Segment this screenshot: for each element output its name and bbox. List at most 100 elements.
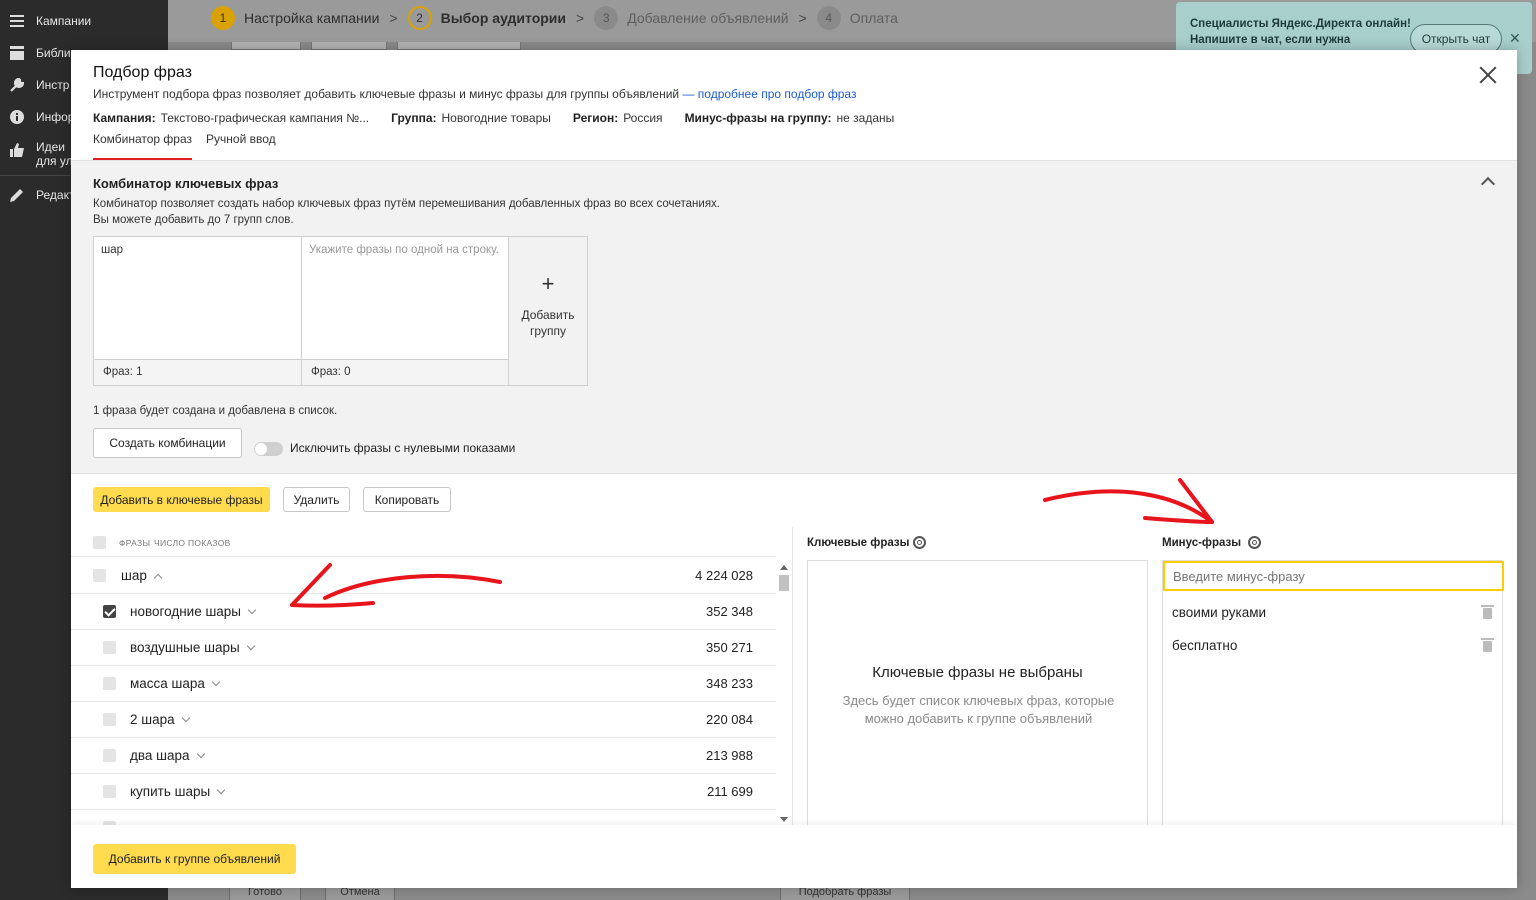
- row-checkbox[interactable]: [93, 569, 106, 582]
- word-group-1[interactable]: шар Фраз: 1: [93, 236, 302, 386]
- step-audience[interactable]: 2 Выбор аудитории: [407, 6, 567, 30]
- done-button: Готово: [229, 886, 301, 900]
- sidebar-item-label: Кампании: [36, 14, 92, 28]
- step-label: Выбор аудитории: [440, 10, 567, 26]
- step-payment[interactable]: 4 Оплата: [816, 6, 898, 30]
- wizard-steps: 1 Настройка кампании > 2 Выбор аудитории…: [211, 6, 906, 30]
- chevron-down-icon[interactable]: [196, 749, 205, 759]
- copy-button[interactable]: Копировать: [363, 487, 451, 512]
- close-icon[interactable]: [1479, 66, 1497, 84]
- table-row[interactable]: купить шары 211 699: [71, 774, 776, 810]
- step-number: 3: [594, 6, 619, 30]
- campaign-meta: Кампания: Текстово-графическая кампания №…: [93, 111, 916, 125]
- table-row[interactable]: 2 шара 220 084: [71, 702, 776, 738]
- tab-manual-input[interactable]: Ручной ввод: [206, 132, 276, 160]
- add-to-ad-group-button[interactable]: Добавить к группе объявлений: [93, 844, 296, 874]
- chevron-down-icon[interactable]: [246, 641, 255, 651]
- table-row[interactable]: воздушные шары 350 271: [71, 630, 776, 666]
- row-checkbox[interactable]: [103, 713, 116, 726]
- scroll-down-icon[interactable]: [780, 817, 788, 822]
- pick-phrases-button: Подобрать фразы: [780, 886, 910, 900]
- row-checkbox[interactable]: [103, 641, 116, 654]
- chevron-right-icon: >: [798, 10, 807, 26]
- combinator-description: Комбинатор позволяет создать набор ключе…: [93, 198, 720, 226]
- sidebar-item-label: Библи: [36, 46, 71, 60]
- shows-count: 4 224 028: [695, 568, 753, 583]
- menu-icon: [9, 13, 25, 29]
- sidebar-item-label: Идеи для ул: [36, 140, 73, 168]
- table-header: ФРАЗЫ ЧИСЛО ПОКАЗОВ: [71, 527, 776, 557]
- table-row[interactable]: два шара 213 988: [71, 738, 776, 774]
- delete-button[interactable]: Удалить: [283, 487, 350, 512]
- create-combinations-button[interactable]: Создать комбинации: [93, 428, 242, 458]
- wrench-icon: [9, 77, 25, 93]
- divider: [792, 527, 793, 825]
- shows-count: 211 699: [706, 784, 753, 799]
- column-phrases: ФРАЗЫ: [119, 538, 151, 548]
- meta-region: Регион: Россия: [572, 111, 663, 125]
- sidebar-item-label: Инстр: [36, 78, 70, 92]
- row-checkbox[interactable]: [103, 749, 116, 762]
- table-row[interactable]: масса шара 348 233: [71, 666, 776, 702]
- scroll-up-icon[interactable]: [780, 565, 788, 570]
- step-label: Добавление объявлений: [627, 10, 789, 26]
- pencil-icon: [9, 187, 25, 203]
- word-group-placeholder[interactable]: Укажите фразы по одной на строку.: [309, 244, 499, 256]
- chevron-right-icon: >: [576, 10, 585, 26]
- phrase-text: купить шары: [130, 784, 226, 799]
- phrase-text: два шара: [130, 748, 205, 763]
- chevron-down-icon[interactable]: [247, 605, 257, 615]
- chevron-down-icon[interactable]: [216, 785, 226, 795]
- add-to-keywords-button[interactable]: Добавить в ключевые фразы: [93, 487, 270, 512]
- chat-message: Специалисты Яндекс.Директа онлайн! Напиш…: [1190, 18, 1411, 46]
- trash-icon[interactable]: [1481, 605, 1494, 619]
- close-icon[interactable]: ✕: [1509, 30, 1521, 47]
- modal-title: Подбор фраз: [93, 64, 192, 81]
- shows-count: 352 348: [706, 604, 753, 619]
- step-ads[interactable]: 3 Добавление объявлений: [594, 6, 789, 30]
- chevron-down-icon[interactable]: [211, 677, 221, 687]
- background-button: [397, 42, 521, 50]
- minus-phrase-item: своими руками: [1172, 605, 1267, 620]
- phrase-text: новогодние шары: [130, 604, 257, 619]
- step-number: 2: [407, 6, 432, 30]
- minus-panel-title: Минус-фразы: [1162, 537, 1242, 549]
- modal-tabs: Комбинатор фраз Ручной ввод: [93, 132, 290, 160]
- scrollbar-thumb[interactable]: [779, 575, 789, 591]
- column-shows: ЧИСЛО ПОКАЗОВ: [154, 538, 231, 548]
- row-checkbox[interactable]: [103, 785, 116, 798]
- table-row[interactable]: шар 4 224 028: [71, 558, 776, 594]
- step-campaign-setup[interactable]: 1 Настройка кампании: [211, 6, 379, 30]
- phrases-table: ФРАЗЫ ЧИСЛО ПОКАЗОВ шар 4 224 028 нового…: [71, 527, 792, 834]
- trash-icon[interactable]: [1481, 638, 1494, 652]
- learn-more-link[interactable]: — подробнее про подбор фраз: [682, 87, 856, 101]
- word-group-text[interactable]: шар: [101, 244, 123, 256]
- word-group-2[interactable]: Укажите фразы по одной на строку. Фраз: …: [301, 236, 510, 386]
- minus-phrase-input[interactable]: [1163, 561, 1504, 591]
- cancel-button: Отмена: [325, 886, 395, 900]
- tab-combinator[interactable]: Комбинатор фраз: [93, 132, 193, 160]
- minus-phrases-panel: своими руками бесплатно: [1162, 560, 1504, 830]
- gear-icon[interactable]: [1248, 536, 1261, 549]
- sidebar-item-campaigns[interactable]: Кампании: [0, 7, 168, 35]
- gear-icon[interactable]: [913, 536, 926, 549]
- step-number: 4: [816, 6, 841, 30]
- exclude-zero-toggle[interactable]: [254, 442, 283, 456]
- select-all-checkbox[interactable]: [93, 536, 106, 549]
- step-number: 1: [211, 6, 235, 30]
- minus-phrase-item: бесплатно: [1172, 638, 1238, 653]
- scrollbar[interactable]: [776, 527, 792, 825]
- sidebar-item-label: Инфор: [36, 110, 75, 124]
- keywords-panel: Ключевые фразы не выбраны Здесь будет сп…: [807, 560, 1148, 830]
- row-checkbox[interactable]: [103, 677, 116, 690]
- row-checkbox[interactable]: [103, 605, 116, 618]
- table-row[interactable]: новогодние шары 352 348: [71, 594, 776, 630]
- chevron-up-icon[interactable]: [1480, 176, 1496, 192]
- library-icon: [9, 45, 25, 61]
- chevron-up-icon[interactable]: [153, 573, 163, 583]
- phrase-text: шар: [121, 568, 163, 583]
- modal-description: Инструмент подбора фраз позволяет добави…: [93, 87, 857, 101]
- chevron-down-icon[interactable]: [181, 713, 190, 723]
- exclude-zero-label: Исключить фразы с нулевыми показами: [290, 441, 516, 455]
- add-group-button[interactable]: + Добавить группу: [508, 236, 588, 386]
